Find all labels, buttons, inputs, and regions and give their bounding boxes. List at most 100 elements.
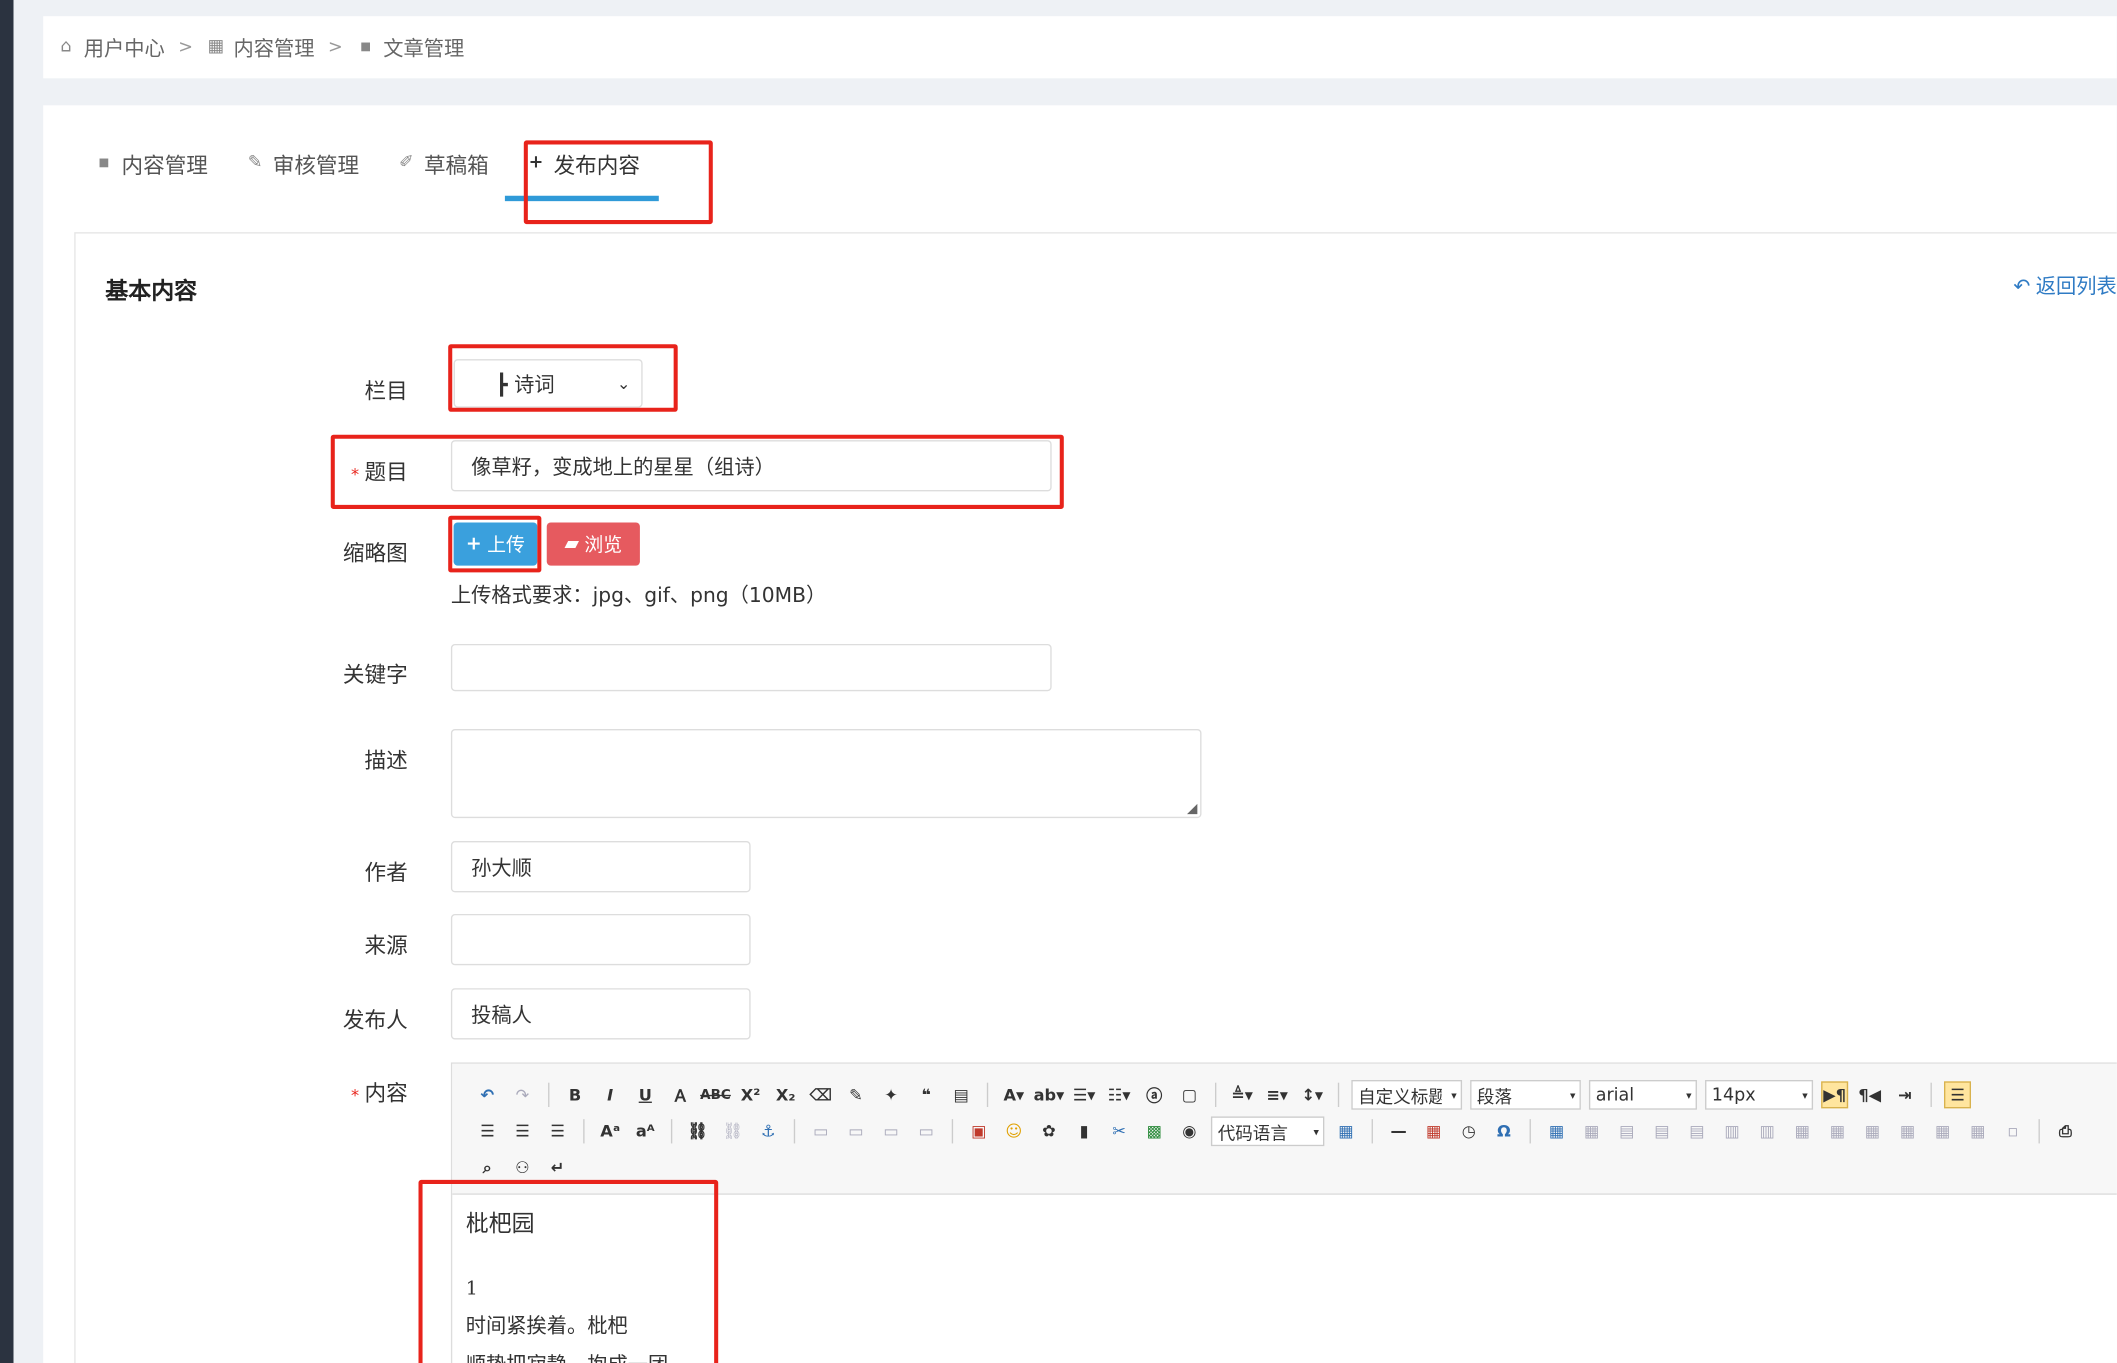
resize-handle-icon[interactable]: ◢ bbox=[1187, 802, 1197, 817]
title-input[interactable]: 像草籽，变成地上的星星（组诗） bbox=[450, 440, 1052, 492]
font-color-icon[interactable]: A▾ bbox=[1000, 1081, 1027, 1108]
tab-content-management[interactable]: ▪ 内容管理 bbox=[95, 143, 208, 184]
eraser-icon[interactable]: ⌫ bbox=[807, 1081, 834, 1108]
tab-publish-content[interactable]: + 发布内容 bbox=[504, 143, 659, 202]
delete-row-icon[interactable]: ▤ bbox=[1683, 1118, 1710, 1145]
superscript-icon[interactable]: X² bbox=[737, 1081, 764, 1108]
delete-table-icon[interactable]: ▦ bbox=[1578, 1118, 1605, 1145]
insert-col-icon[interactable]: ▥ bbox=[1719, 1118, 1746, 1145]
author-input[interactable]: 孙大顺 bbox=[450, 841, 751, 893]
align-justify-icon[interactable]: ☰ bbox=[544, 1118, 571, 1145]
date-icon[interactable]: ▦ bbox=[1420, 1118, 1447, 1145]
publisher-input[interactable]: 投稿人 bbox=[450, 988, 751, 1040]
underline-icon[interactable]: U bbox=[632, 1081, 659, 1108]
bold-icon[interactable]: B bbox=[562, 1081, 589, 1108]
tab-bar: ▪ 内容管理 ✎ 审核管理 ✐ 草稿箱 + 发布内容 bbox=[95, 143, 659, 202]
italic-icon[interactable]: I bbox=[597, 1081, 624, 1108]
redo-icon[interactable]: ↷ bbox=[509, 1081, 536, 1108]
merge-right-icon[interactable]: ▦ bbox=[1824, 1118, 1851, 1145]
clear-doc-icon[interactable]: ▢ bbox=[1176, 1081, 1203, 1108]
tolowercase-icon[interactable]: aᴬ bbox=[632, 1118, 659, 1145]
horizontal-rule-icon[interactable]: — bbox=[1385, 1118, 1412, 1145]
subscript-icon[interactable]: X₂ bbox=[772, 1081, 799, 1108]
tab-review-management[interactable]: ✎ 审核管理 bbox=[246, 143, 359, 184]
undo-icon[interactable]: ↶ bbox=[474, 1081, 501, 1108]
blockquote-icon[interactable]: ❝ bbox=[913, 1081, 940, 1108]
description-textarea[interactable]: ◢ bbox=[450, 729, 1202, 819]
time-icon[interactable]: ◷ bbox=[1455, 1118, 1482, 1145]
custom-heading-select[interactable]: 自定义标题 ▾ bbox=[1351, 1080, 1463, 1110]
font-family-select[interactable]: arial ▾ bbox=[1588, 1080, 1697, 1110]
font-border-icon[interactable]: Ａ bbox=[667, 1081, 694, 1108]
search-replace-icon[interactable]: ⚇ bbox=[509, 1154, 536, 1181]
preview-icon[interactable]: ⌕ bbox=[474, 1154, 501, 1181]
editor-body[interactable]: 枇杷园 1 时间紧挨着。枇杷 顺势把寂静，抱成一团 bbox=[466, 1204, 669, 1363]
line-height-icon[interactable]: ↕▾ bbox=[1299, 1081, 1326, 1108]
breadcrumb-article-management[interactable]: ▪ 文章管理 bbox=[356, 33, 465, 61]
line-break-icon[interactable]: ↵ bbox=[544, 1154, 571, 1181]
rtl-direction-icon[interactable]: ¶◀ bbox=[1856, 1081, 1883, 1108]
link-icon[interactable]: ⛓ bbox=[684, 1118, 711, 1145]
pencil-icon: ✐ bbox=[399, 152, 414, 173]
split-rows-icon[interactable]: ▦ bbox=[1929, 1118, 1956, 1145]
indent-icon[interactable]: ⇥ bbox=[1891, 1081, 1918, 1108]
ordered-list-icon[interactable]: ☰▾ bbox=[1071, 1081, 1098, 1108]
unlink-icon[interactable]: ⛓ bbox=[720, 1118, 747, 1145]
align-left-icon[interactable]: ☰ bbox=[1944, 1081, 1971, 1109]
auto-format-icon[interactable]: ✦ bbox=[878, 1081, 905, 1108]
image-right-icon[interactable]: ▭ bbox=[878, 1118, 905, 1145]
highlight-color-icon[interactable]: ab▾ bbox=[1034, 1081, 1065, 1108]
select-all-icon[interactable]: ⓐ bbox=[1141, 1081, 1168, 1108]
row-spacing-top-icon[interactable]: ≜▾ bbox=[1229, 1081, 1256, 1108]
source-label: 来源 bbox=[364, 932, 408, 959]
row-spacing-bottom-icon[interactable]: ≡▾ bbox=[1264, 1081, 1291, 1108]
attachment-icon[interactable]: ✂ bbox=[1106, 1118, 1133, 1145]
split-cols-icon[interactable]: ▦ bbox=[1964, 1118, 1991, 1145]
align-center-icon[interactable]: ☰ bbox=[474, 1118, 501, 1145]
insert-video-icon[interactable]: ▮ bbox=[1071, 1118, 1098, 1145]
template-icon[interactable]: ▦ bbox=[1332, 1118, 1359, 1145]
paste-text-icon[interactable]: ▤ bbox=[948, 1081, 975, 1108]
insert-frame-icon[interactable]: ◉ bbox=[1176, 1118, 1203, 1145]
source-input[interactable] bbox=[450, 913, 751, 966]
column-select[interactable]: ┣ 诗词 ⌄ bbox=[453, 359, 643, 408]
align-right-icon[interactable]: ☰ bbox=[509, 1118, 536, 1145]
format-brush-icon[interactable]: ✎ bbox=[842, 1081, 869, 1108]
image-left-icon[interactable]: ▭ bbox=[842, 1118, 869, 1145]
tab-drafts[interactable]: ✐ 草稿箱 bbox=[397, 143, 489, 184]
emotion-icon[interactable]: ☺ bbox=[1000, 1118, 1027, 1145]
unordered-list-icon[interactable]: ☷▾ bbox=[1106, 1081, 1133, 1108]
code-language-select[interactable]: 代码语言 ▾ bbox=[1210, 1116, 1325, 1147]
insert-paragraph-before-table-icon[interactable]: ▤ bbox=[1613, 1118, 1640, 1145]
image-center-icon[interactable]: ▭ bbox=[913, 1118, 940, 1145]
delete-col-icon[interactable]: ▥ bbox=[1754, 1118, 1781, 1145]
merge-cells-icon[interactable]: ▦ bbox=[1789, 1118, 1816, 1145]
touppercase-icon[interactable]: Aᵃ bbox=[597, 1118, 624, 1145]
special-chars-icon[interactable]: Ω bbox=[1490, 1118, 1517, 1145]
insert-row-icon[interactable]: ▤ bbox=[1648, 1118, 1675, 1145]
upload-button[interactable]: + 上传 bbox=[453, 522, 538, 566]
insert-table-icon[interactable]: ▦ bbox=[1543, 1118, 1570, 1145]
insert-image-icon[interactable]: ▣ bbox=[965, 1118, 992, 1145]
split-cells-icon[interactable]: ▦ bbox=[1894, 1118, 1921, 1145]
strikethrough-icon[interactable]: ABC bbox=[700, 1081, 731, 1108]
breadcrumb-user-center[interactable]: ⌂ 用户中心 bbox=[57, 33, 165, 61]
app-canvas: ⌂ 用户中心 > ▦ 内容管理 > ▪ 文章管理 ▪ 内容管理 ✎ 审核管理 ✐… bbox=[0, 0, 2117, 1363]
browse-button[interactable]: ▰ 浏览 bbox=[546, 522, 640, 566]
scrawl-icon[interactable]: ✿ bbox=[1035, 1118, 1062, 1145]
back-to-list-link[interactable]: ↶ 返回列表 bbox=[2013, 271, 2116, 299]
keywords-input[interactable] bbox=[450, 643, 1052, 692]
toolbar-separator bbox=[793, 1119, 796, 1144]
breadcrumb-content-management[interactable]: ▦ 内容管理 bbox=[206, 33, 315, 61]
print-icon[interactable]: ⎙ bbox=[2052, 1118, 2079, 1145]
anchor-icon[interactable]: ⚓ bbox=[755, 1118, 782, 1145]
edit-icon: ✎ bbox=[247, 152, 263, 173]
rich-text-editor[interactable]: ↶ ↷ B I U Ａ ABC X² X₂ ⌫ ✎ ✦ ❝ ▤ A▾ ab▾ ☰… bbox=[450, 1062, 2117, 1363]
map-icon[interactable]: ▩ bbox=[1141, 1118, 1168, 1145]
paragraph-select[interactable]: 段落 ▾ bbox=[1470, 1080, 1581, 1110]
font-size-select[interactable]: 14px ▾ bbox=[1705, 1080, 1814, 1110]
chart-icon[interactable]: ▫ bbox=[1999, 1118, 2026, 1145]
image-none-icon[interactable]: ▭ bbox=[807, 1118, 834, 1145]
merge-down-icon[interactable]: ▦ bbox=[1859, 1118, 1886, 1145]
ltr-direction-icon[interactable]: ▶¶ bbox=[1821, 1081, 1849, 1109]
